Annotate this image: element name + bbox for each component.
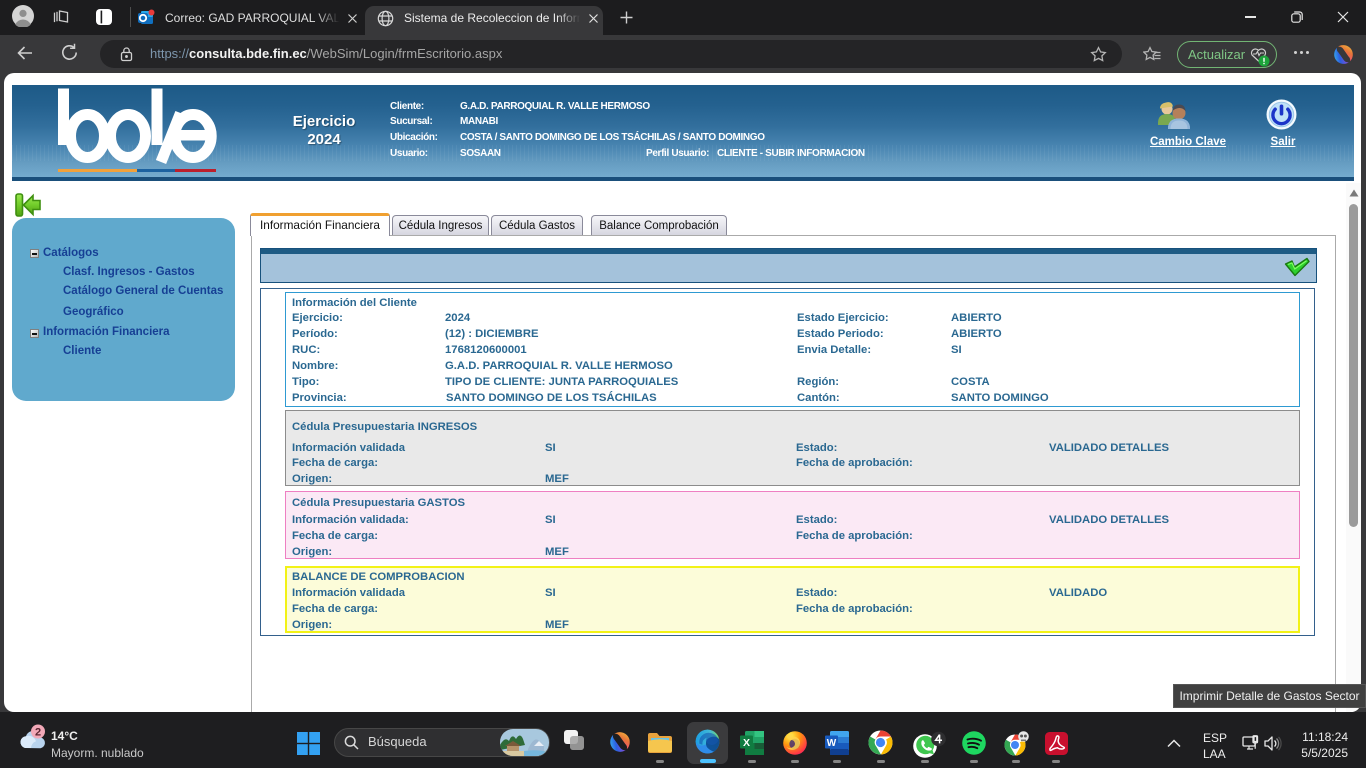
svg-text:W: W [827, 738, 837, 749]
svg-text:2: 2 [35, 727, 41, 739]
svg-text:X: X [743, 737, 750, 749]
